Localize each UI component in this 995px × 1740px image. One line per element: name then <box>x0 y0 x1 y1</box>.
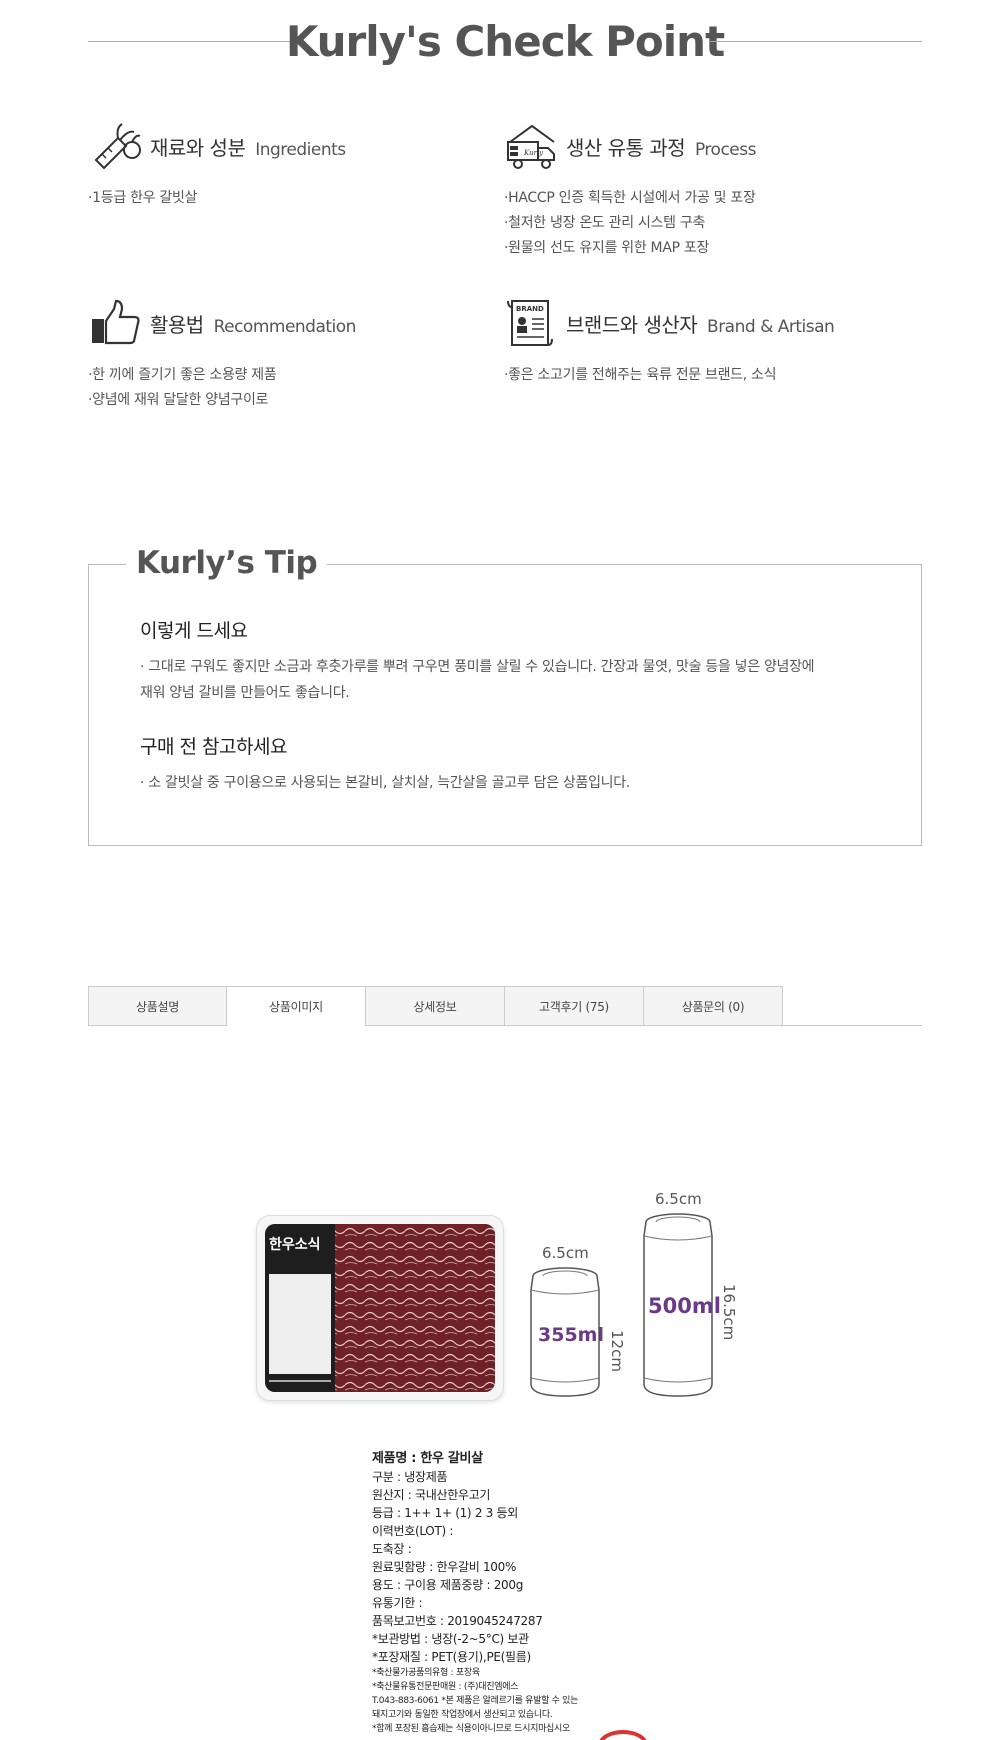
ingredients-title-en: Ingredients <box>255 139 346 160</box>
spec-name: 제품명 : 한우 갈비살 <box>372 1451 483 1466</box>
thumbs-up-icon <box>88 295 146 351</box>
spec-origin: 원산지 : 국내산한우고기 <box>372 1488 491 1502</box>
check-point-title: Kurly's Check Point <box>285 17 725 66</box>
process-block: Kurly 생산 유통 과정 Process ·HACCP 인증 획득한 시설에… <box>504 118 756 261</box>
can-small-height: 12cm <box>608 1330 626 1372</box>
spec-phone: T.043-883-6061 *본 제품은 알레르기를 유발할 수 있는 <box>372 1696 579 1706</box>
process-list: ·HACCP 인증 획득한 시설에서 가공 및 포장 ·철저한 냉장 온도 관리… <box>504 186 756 261</box>
recommendation-block: 활용법 Recommendation ·한 끼에 즐기기 좋은 소용량 제품 ·… <box>88 295 356 413</box>
can-large-volume: 500ml <box>648 1294 721 1318</box>
vegetable-icon <box>88 118 146 174</box>
tip-text-line: · 그대로 구워도 좋지만 소금과 후춧가루를 뿌려 구우면 풍미를 살릴 수 … <box>140 659 815 675</box>
brand-logo-text: 한우소식 <box>269 1237 321 1253</box>
recommendation-title: 활용법 Recommendation <box>150 309 356 338</box>
spec-storage: *보관방법 : 냉장(-2~5°C) 보관 <box>372 1632 529 1646</box>
process-title-ko: 생산 유통 과정 <box>566 135 686 160</box>
spec-processing-type: *축산물가공품의유형 : 포장육 <box>372 1668 480 1678</box>
tip-section-title: 구매 전 참고하세요 <box>140 736 287 758</box>
label-sheet <box>269 1274 331 1374</box>
recommendation-title-en: Recommendation <box>213 316 357 337</box>
spec-expiry: 유통기한 : <box>372 1596 423 1610</box>
brand-certificate-icon: BRAND <box>504 295 562 351</box>
tip-section-text: · 소 갈빗살 중 구이용으로 사용되는 본갈비, 살치살, 늑간살을 골고루 … <box>140 770 880 796</box>
can-large-height: 16.5cm <box>720 1284 738 1341</box>
list-item: ·HACCP 인증 획득한 시설에서 가공 및 포장 <box>504 190 756 206</box>
spec-lot: 이력번호(LOT) : <box>372 1524 454 1538</box>
can-large-width: 6.5cm <box>655 1190 702 1208</box>
product-spec-sheet: 제품명 : 한우 갈비살 구분 : 냉장제품 원산지 : 국내산한우고기 등급 … <box>372 1450 652 1736</box>
tab-images[interactable]: 상품이미지 <box>227 986 366 1027</box>
tab-inquiries[interactable]: 상품문의 (0) <box>644 986 783 1026</box>
list-item: ·좋은 소고기를 전해주는 육류 전문 브랜드, 소식 <box>504 367 777 383</box>
process-title: 생산 유통 과정 Process <box>566 132 756 161</box>
spec-slaughter: 도축장 : <box>372 1542 412 1556</box>
kurly-mark-text: Kurly <box>523 149 544 157</box>
tab-description[interactable]: 상품설명 <box>88 986 227 1026</box>
process-title-en: Process <box>694 139 757 160</box>
spec-report-no: 품목보고번호 : 2019045247287 <box>372 1614 543 1628</box>
recommendation-title-ko: 활용법 <box>150 312 204 337</box>
brand-title-en: Brand & Artisan <box>707 316 835 337</box>
label-divider <box>269 1380 331 1382</box>
brand-list: ·좋은 소고기를 전해주는 육류 전문 브랜드, 소식 <box>504 363 834 388</box>
spec-grade: 등급 : 1++ 1+ (1) 2 3 등외 <box>372 1506 519 1520</box>
tip-section-title: 이렇게 드세요 <box>140 620 248 642</box>
delivery-truck-icon: Kurly <box>504 118 562 174</box>
can-small-volume: 355ml <box>538 1324 604 1346</box>
check-point-header: Kurly's Check Point <box>88 14 922 70</box>
can-small-width: 6.5cm <box>542 1244 589 1262</box>
tip-section-text: · 그대로 구워도 좋지만 소금과 후춧가루를 뿌려 구우면 풍미를 살릴 수 … <box>140 654 880 706</box>
spec-type: 구분 : 냉장제품 <box>372 1470 448 1484</box>
spec-ingredient: 원료및함량 : 한우갈비 100% <box>372 1560 517 1574</box>
ingredients-list: ·1등급 한우 갈빗살 <box>88 186 346 211</box>
tab-details[interactable]: 상세정보 <box>366 986 505 1026</box>
product-tray-image: 한우소식 <box>256 1215 504 1401</box>
list-item: ·철저한 냉장 온도 관리 시스템 구축 <box>504 215 706 231</box>
list-item: ·원물의 선도 유지를 위한 MAP 포장 <box>504 240 710 256</box>
ingredients-block: 재료와 성분 Ingredients ·1등급 한우 갈빗살 <box>88 118 346 211</box>
tip-text-line: · 소 갈빗살 중 구이용으로 사용되는 본갈비, 살치살, 늑간살을 골고루 … <box>140 775 630 791</box>
spec-allergy: 돼지고기와 동일한 작업장에서 생산되고 있습니다. <box>372 1710 553 1720</box>
tip-title: Kurly’s Tip <box>126 540 328 586</box>
spec-usage: 용도 : 구이용 제품중량 : 200g <box>372 1578 524 1592</box>
brand-title: 브랜드와 생산자 Brand & Artisan <box>566 309 835 338</box>
list-item: ·1등급 한우 갈빗살 <box>88 190 198 206</box>
ingredients-title: 재료와 성분 Ingredients <box>150 132 346 161</box>
brand-block: BRAND 브랜드와 생산자 Brand & Artisan ·좋은 소고기를 … <box>504 295 835 388</box>
spec-packaging: *포장재질 : PET(용기),PE(필름) <box>372 1650 531 1664</box>
recommendation-list: ·한 끼에 즐기기 좋은 소용량 제품 ·양념에 재워 달달한 양념구이로 <box>88 363 356 413</box>
product-label: 한우소식 <box>265 1224 335 1392</box>
ingredients-title-ko: 재료와 성분 <box>150 135 246 160</box>
header-divider-right <box>710 41 922 42</box>
list-item: ·양념에 재워 달달한 양념구이로 <box>88 392 269 408</box>
tab-reviews[interactable]: 고객후기 (75) <box>505 986 644 1026</box>
product-tabs: 상품설명 상품이미지 상세정보 고객후기 (75) 상품문의 (0) <box>88 986 922 1027</box>
list-item: ·한 끼에 즐기기 좋은 소용량 제품 <box>88 367 277 383</box>
brand-mark-text: BRAND <box>516 305 544 313</box>
tip-text-line: 재워 양념 갈비를 만들어도 좋습니다. <box>140 685 350 701</box>
spec-seller: *축산물유통전문판매원 : (주)대진엠에스 <box>372 1682 519 1692</box>
brand-title-ko: 브랜드와 생산자 <box>566 312 698 337</box>
